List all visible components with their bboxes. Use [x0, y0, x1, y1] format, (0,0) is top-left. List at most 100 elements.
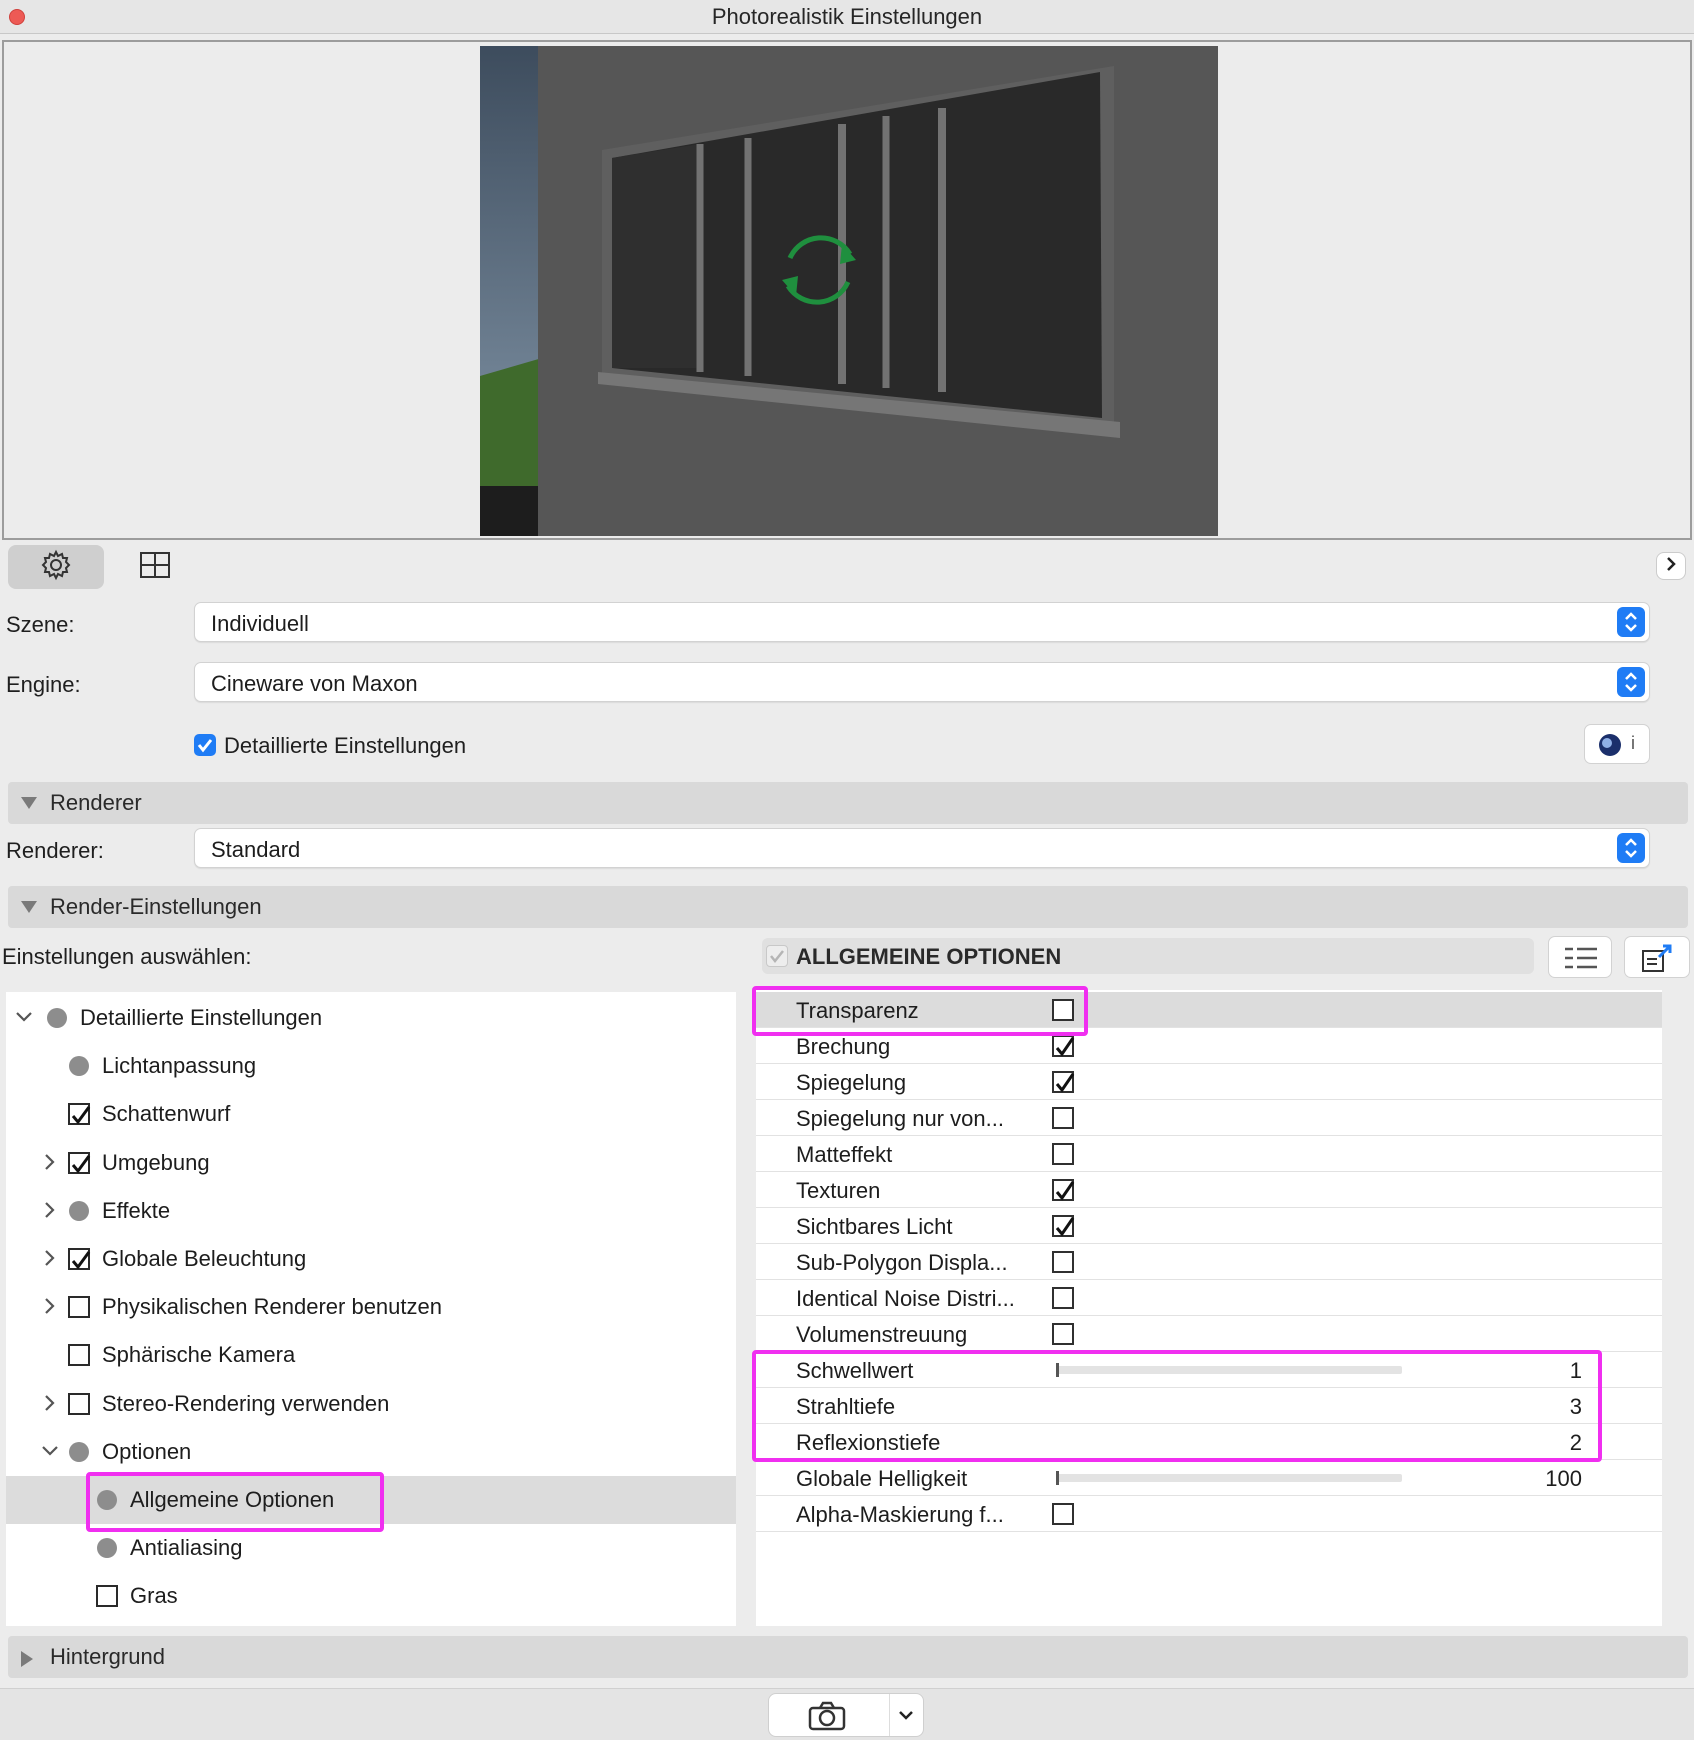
property-row[interactable]: Matteffekt	[756, 1136, 1662, 1172]
settings-tab-button[interactable]	[8, 545, 104, 589]
property-checkbox[interactable]	[1052, 1071, 1075, 1093]
highlight-transparency	[752, 986, 1088, 1036]
chevron-down-icon[interactable]	[40, 1441, 60, 1461]
property-row[interactable]: Sub-Polygon Displa...	[756, 1244, 1662, 1280]
property-row[interactable]: Texturen	[756, 1172, 1662, 1208]
property-row[interactable]: Volumenstreuung	[756, 1316, 1662, 1352]
renderer-section-title: Renderer	[50, 790, 142, 815]
properties-list: Transparenz Brechung Spiegelung Spiegelung …	[756, 990, 1662, 1626]
chevron-down-icon[interactable]	[897, 1708, 915, 1727]
property-row[interactable]: Sichtbares Licht	[756, 1208, 1662, 1244]
render-preview-image[interactable]	[480, 46, 1218, 536]
property-label: Alpha-Maskierung f...	[796, 1502, 1004, 1527]
property-checkbox[interactable]	[1052, 1035, 1075, 1057]
scene-value: Individuell	[211, 611, 309, 636]
property-slider[interactable]	[1056, 1471, 1402, 1485]
gear-icon	[40, 549, 72, 586]
renderer-select[interactable]: Standard	[194, 828, 1650, 868]
chevron-right-icon[interactable]	[40, 1296, 60, 1316]
tree-item[interactable]: Schattenwurf	[6, 1090, 736, 1138]
expand-panel-button[interactable]	[1656, 552, 1686, 580]
render-settings-section-header[interactable]: Render-Einstellungen	[8, 886, 1688, 928]
crop-frame-icon	[138, 550, 172, 585]
tree-item-label: Effekte	[102, 1197, 171, 1223]
tree-checkbox[interactable]	[68, 1151, 91, 1174]
tree-item[interactable]: Gras	[6, 1572, 736, 1620]
render-preview-frame	[2, 40, 1692, 540]
renderer-value: Standard	[211, 837, 301, 862]
detailed-settings-checkbox[interactable]	[194, 734, 216, 756]
render-snapshot-button[interactable]	[768, 1693, 924, 1737]
engine-info-button[interactable]: i	[1584, 724, 1650, 764]
highlight-general-options	[86, 1472, 384, 1532]
window-title: Photorealistik Einstellungen	[711, 4, 983, 29]
scene-select[interactable]: Individuell	[194, 602, 1650, 642]
slider-knob[interactable]	[1056, 1471, 1059, 1485]
engine-select[interactable]: Cineware von Maxon	[194, 662, 1650, 702]
property-checkbox[interactable]	[1052, 1107, 1074, 1129]
chevron-right-icon[interactable]	[40, 1393, 60, 1413]
property-checkbox[interactable]	[1052, 1287, 1074, 1309]
tree-item[interactable]: Sphärische Kamera	[6, 1331, 736, 1379]
tree-item[interactable]: Lichtanpassung	[6, 1042, 736, 1090]
view-tab-button[interactable]	[120, 545, 190, 589]
tree-item-label: Optionen	[102, 1438, 192, 1464]
property-row[interactable]: Spiegelung	[756, 1064, 1662, 1100]
tree-item[interactable]: Optionen	[6, 1428, 736, 1476]
tree-checkbox[interactable]	[68, 1392, 90, 1415]
tree-item[interactable]: Umgebung	[6, 1139, 736, 1187]
tree-checkbox[interactable]	[96, 1585, 118, 1608]
camera-icon	[807, 1700, 847, 1737]
chevron-down-icon[interactable]	[14, 1007, 34, 1027]
property-checkbox[interactable]	[1052, 1179, 1075, 1201]
chevron-right-icon[interactable]	[40, 1152, 60, 1172]
tree-item-label: Antialiasing	[130, 1535, 243, 1561]
tree-checkbox[interactable]	[68, 1103, 91, 1126]
property-row[interactable]: Alpha-Maskierung f...	[756, 1496, 1662, 1532]
info-label: i	[1631, 733, 1635, 753]
chevron-right-icon[interactable]	[40, 1248, 60, 1268]
property-checkbox[interactable]	[1052, 1215, 1075, 1237]
property-value[interactable]: 100	[1545, 1466, 1582, 1492]
property-row[interactable]: Identical Noise Distri...	[756, 1280, 1662, 1316]
tree-item-label: Schattenwurf	[102, 1101, 231, 1127]
property-checkbox[interactable]	[1052, 1251, 1074, 1273]
triangle-down-icon	[20, 796, 38, 815]
export-settings-button[interactable]	[1624, 936, 1690, 978]
tree-checkbox[interactable]	[68, 1296, 90, 1319]
property-label: Brechung	[796, 1034, 891, 1059]
tree-item[interactable]: Effekte	[6, 1187, 736, 1235]
scene-label: Szene:	[6, 612, 75, 637]
list-tree-icon	[1563, 945, 1599, 976]
tree-item[interactable]: Physikalischen Renderer benutzen	[6, 1283, 736, 1331]
property-row[interactable]: Globale Helligkeit 100	[756, 1460, 1662, 1496]
chevron-right-icon	[1664, 556, 1678, 577]
tree-item[interactable]: Detaillierte Einstellungen	[6, 994, 736, 1042]
tree-checkbox[interactable]	[68, 1344, 90, 1367]
property-checkbox[interactable]	[1052, 1323, 1074, 1345]
tree-item-label: Stereo-Rendering verwenden	[102, 1390, 390, 1416]
list-view-button[interactable]	[1548, 936, 1612, 978]
group-title: ALLGEMEINE OPTIONEN	[796, 944, 1062, 969]
engine-value: Cineware von Maxon	[211, 671, 418, 696]
divider	[889, 1694, 890, 1736]
group-enabled-checkbox[interactable]	[766, 945, 788, 967]
status-dot-icon	[47, 1008, 67, 1028]
property-checkbox[interactable]	[1052, 1503, 1074, 1525]
triangle-right-icon	[20, 1650, 34, 1673]
tree-item-label: Sphärische Kamera	[102, 1342, 296, 1368]
chevron-right-icon[interactable]	[40, 1200, 60, 1220]
property-label: Spiegelung nur von...	[796, 1106, 1004, 1131]
property-checkbox[interactable]	[1052, 1143, 1074, 1165]
property-label: Sub-Polygon Displa...	[796, 1250, 1008, 1275]
tree-item[interactable]: Globale Beleuchtung	[6, 1235, 736, 1283]
bottom-bar	[0, 1688, 1694, 1740]
up-down-stepper-icon	[1617, 607, 1645, 637]
up-down-stepper-icon	[1617, 833, 1645, 863]
tree-checkbox[interactable]	[68, 1248, 91, 1270]
property-row[interactable]: Spiegelung nur von...	[756, 1100, 1662, 1136]
tree-item[interactable]: Stereo-Rendering verwenden	[6, 1380, 736, 1428]
background-section-header[interactable]: Hintergrund	[8, 1636, 1688, 1678]
view-toolbar	[0, 540, 1694, 589]
renderer-section-header[interactable]: Renderer	[8, 782, 1688, 824]
